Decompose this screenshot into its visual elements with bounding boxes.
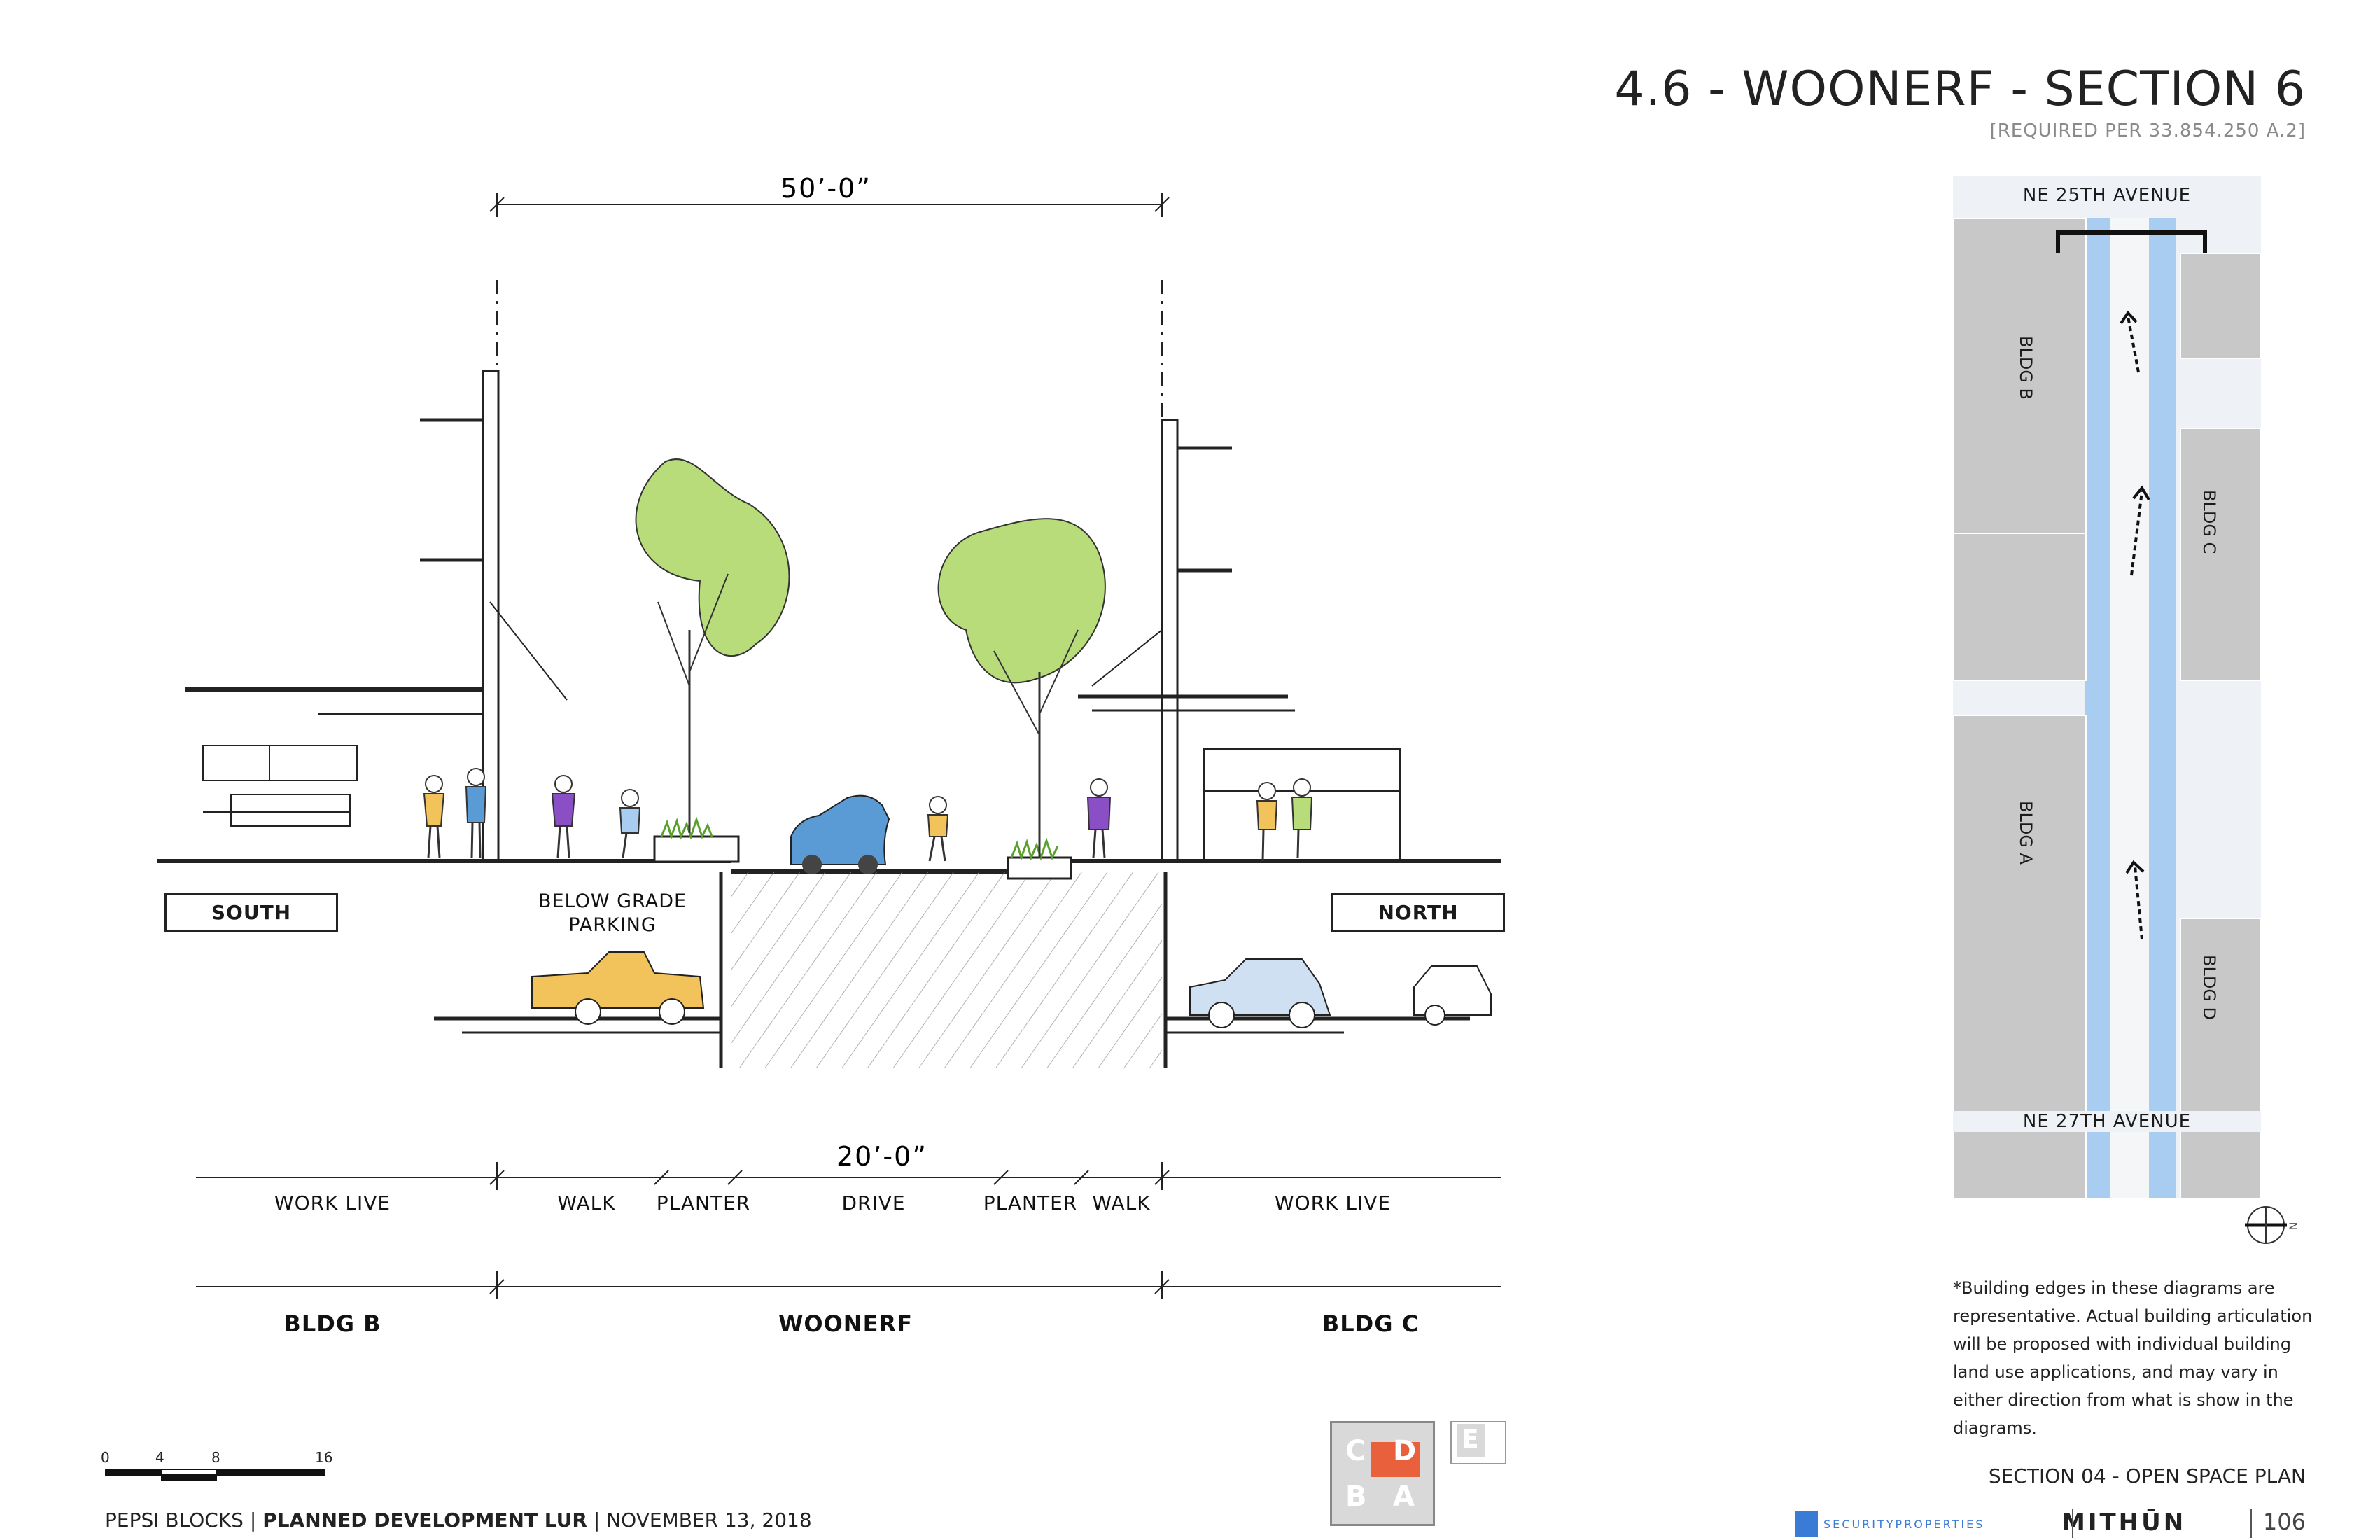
page-subtitle: [REQUIRED PER 33.854.250 A.2]	[1989, 120, 2306, 141]
building-label-b: BLDG B	[284, 1310, 382, 1337]
bottom-dimension-label: 20’-0”	[836, 1141, 927, 1172]
footer-project-line: PEPSI BLOCKS | PLANNED DEVELOPMENT LUR |…	[105, 1508, 812, 1532]
scale-tick-16: 16	[315, 1449, 333, 1466]
fill-soil	[732, 872, 1162, 1068]
south-label: SOUTH	[164, 893, 338, 932]
key-plan-graphic	[1953, 218, 2261, 1198]
woonerf-drive	[2110, 218, 2149, 1198]
section-drawing: 50’-0” 20’-0”	[158, 173, 1502, 1298]
zone-work-live-south: WORK LIVE	[274, 1191, 391, 1214]
zone-walk-north: WALK	[1092, 1191, 1151, 1214]
logo-security-text: SECURITYPROPERTIES	[1823, 1517, 1985, 1531]
key-plan-label-bldg-a: BLDG A	[2016, 801, 2036, 864]
block-key-letter-d: D	[1393, 1435, 1417, 1467]
key-plan-label-bldg-c: BLDG C	[2199, 490, 2219, 554]
parking-label-line-1: BELOW GRADE	[538, 890, 687, 912]
planter-south	[653, 835, 740, 863]
logo-security-properties: SECURITYPROPERTIES	[1795, 1511, 1984, 1537]
parking-label-line-2: PARKING	[568, 914, 657, 936]
scale-tick-4: 4	[155, 1449, 164, 1466]
car-yellow-parking	[531, 951, 705, 1025]
south-building-section	[186, 370, 568, 862]
key-plan-bldg-b-south	[1953, 533, 2087, 681]
tree-north	[937, 518, 1106, 858]
block-key-letter-c: C	[1345, 1435, 1366, 1467]
footer-divider	[2250, 1508, 2252, 1538]
building-label-woonerf: WOONERF	[778, 1310, 913, 1337]
footer-date: NOVEMBER 13, 2018	[606, 1508, 812, 1532]
street-label-bottom: NE 27TH AVENUE	[1953, 1111, 2261, 1132]
zone-drive: DRIVE	[841, 1191, 906, 1214]
footer-divider	[2072, 1508, 2073, 1538]
zone-work-live-north: WORK LIVE	[1274, 1191, 1392, 1214]
key-plan-bldg-c	[2180, 428, 2261, 681]
scale-tick-0: 0	[101, 1449, 110, 1466]
building-label-c: BLDG C	[1322, 1310, 1420, 1337]
planter-north	[1007, 856, 1072, 880]
planter-south-grass	[660, 816, 713, 840]
disclaimer-note: *Building edges in these diagrams are re…	[1953, 1278, 2313, 1438]
street-label-top: NE 25TH AVENUE	[2022, 185, 2192, 206]
car-outline-parking	[1413, 965, 1492, 1026]
page-number: 106	[2262, 1508, 2306, 1535]
top-dimension-label: 50’-0”	[780, 173, 872, 204]
north-arrow-label: N	[2286, 1222, 2300, 1231]
zone-walk-south: WALK	[557, 1191, 616, 1214]
building-dimension-line	[196, 1270, 1502, 1298]
planter-north-grass	[1010, 837, 1059, 861]
car-blue-street	[790, 794, 890, 874]
north-label: NORTH	[1331, 893, 1505, 932]
footer-project: PEPSI BLOCKS	[105, 1508, 244, 1532]
key-plan: NE 25TH AVENUE NE 27TH AVENUE BLDG B BLD…	[1953, 176, 2261, 1198]
zone-planter-north: PLANTER	[983, 1191, 1078, 1214]
key-plan-bldg-c-north	[2180, 253, 2261, 359]
page-title: 4.6 - WOONERF - SECTION 6	[1614, 62, 2306, 117]
block-key-letter-e: E	[1462, 1425, 1479, 1454]
block-key-letter-a: A	[1393, 1480, 1415, 1513]
zone-planter-south: PLANTER	[656, 1191, 751, 1214]
key-plan-label-bldg-d: BLDG D	[2199, 955, 2219, 1021]
logo-icon	[1795, 1511, 1818, 1537]
key-plan-bldg-d	[2180, 918, 2261, 1198]
scale-tick-8: 8	[211, 1449, 220, 1466]
block-key: C D B A E	[1330, 1421, 1506, 1526]
block-key-letter-b: B	[1345, 1480, 1367, 1513]
tree-south	[635, 458, 790, 833]
logo-mithun: MITHŪN	[2062, 1508, 2187, 1536]
footer-section-label: SECTION 04 - OPEN SPACE PLAN	[1988, 1464, 2306, 1488]
scale-bar: 0 4 8 16	[101, 1449, 333, 1481]
key-plan-label-bldg-b: BLDG B	[2016, 336, 2036, 400]
north-building-section	[1078, 419, 1401, 862]
footer-doc: PLANNED DEVELOPMENT LUR	[262, 1508, 587, 1532]
